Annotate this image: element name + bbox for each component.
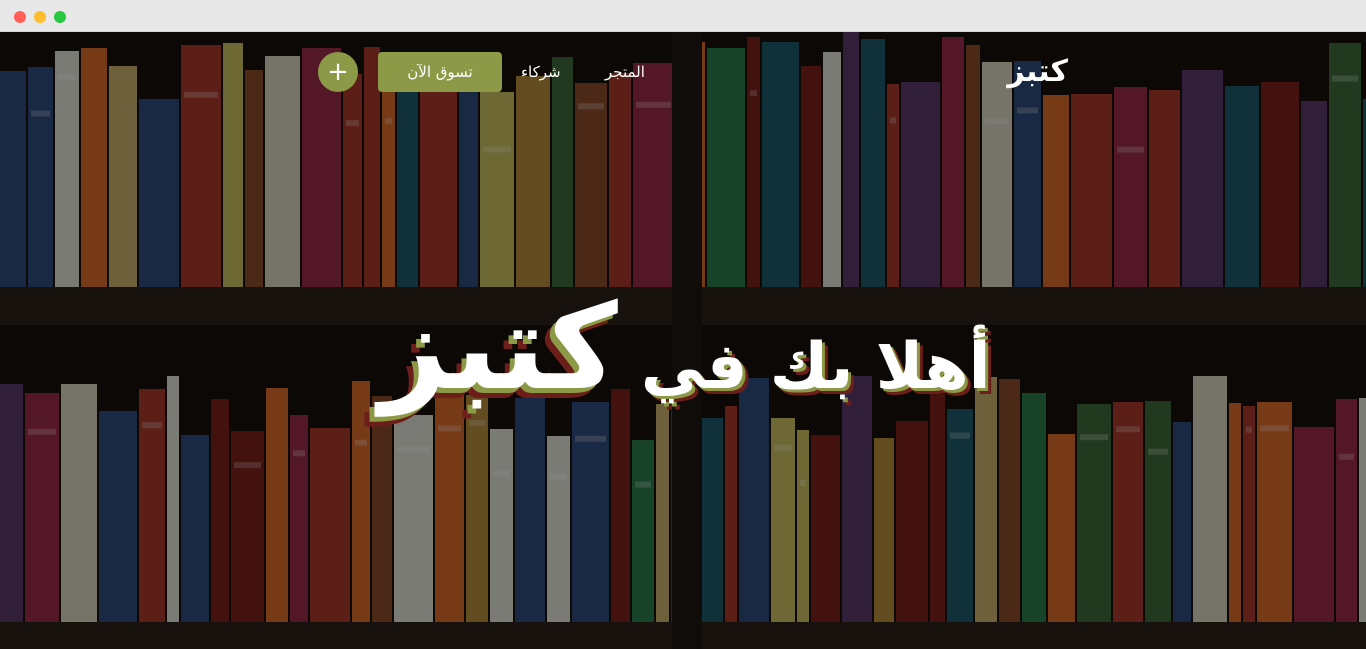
hero-welcome-text: أهلا بك في [640,330,991,404]
browser-window: كتبز المتجر شركاء تسوق الآن + أهلا بك في… [0,0,1366,649]
hero-brand-text: كتبز [379,278,618,416]
shop-now-button[interactable]: تسوق الآن [378,52,502,92]
hero-heading: أهلا بك في كتبز [370,272,1000,432]
site-logo[interactable]: كتبز [1007,50,1068,94]
maximize-window-button[interactable] [54,11,66,23]
plus-button[interactable]: + [318,52,358,92]
nav-link-store[interactable]: المتجر [605,62,645,82]
nav-link-partners[interactable]: شركاء [521,62,561,82]
minimize-window-button[interactable] [34,11,46,23]
top-navigation: كتبز المتجر شركاء تسوق الآن + [0,32,1366,112]
window-titlebar [0,0,1366,32]
plus-icon: + [327,57,349,87]
close-window-button[interactable] [14,11,26,23]
hero-section: كتبز المتجر شركاء تسوق الآن + أهلا بك في… [0,32,1366,649]
